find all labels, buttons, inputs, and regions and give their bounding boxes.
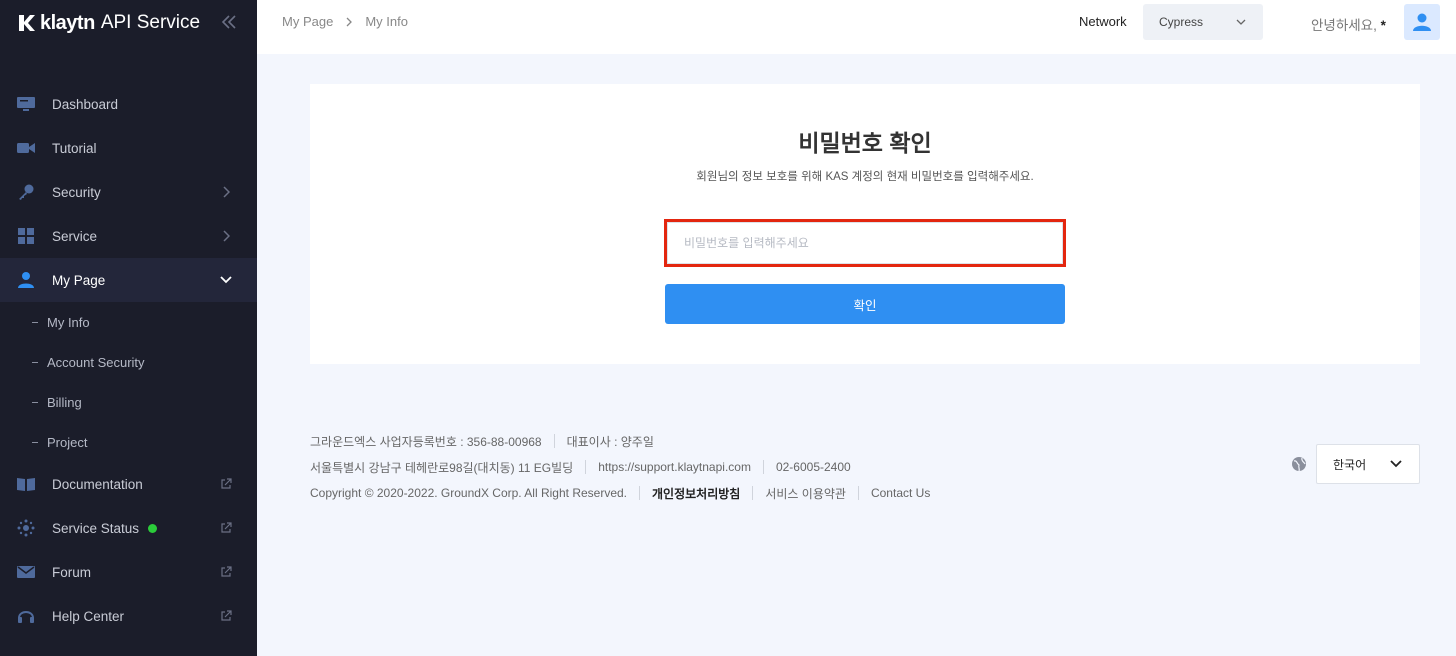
divider	[752, 486, 754, 500]
breadcrumb: My Page My Info	[282, 14, 408, 29]
sidebar: klaytn API Service Dashboard Tutorial Se…	[0, 0, 257, 656]
divider	[639, 486, 641, 500]
mail-icon	[16, 562, 36, 582]
sidebar-item-forum[interactable]: Forum	[0, 550, 257, 594]
chevron-down-icon	[1236, 19, 1246, 25]
sidebar-item-tutorial[interactable]: Tutorial	[0, 126, 257, 170]
network-label: Network	[1079, 14, 1127, 29]
sidebar-item-label: My Page	[52, 272, 106, 288]
sidebar-item-label: Help Center	[52, 608, 125, 624]
video-icon	[16, 138, 36, 158]
footer-row: 서울특별시 강남구 테헤란로98길(대치동) 11 EG빌딩 https://s…	[310, 454, 930, 480]
sidebar-item-label: Service Status	[52, 520, 140, 536]
chevron-right-icon	[346, 17, 353, 26]
greeting-text: 안녕하세요,	[1311, 18, 1377, 33]
network-select[interactable]: Cypress	[1143, 4, 1263, 40]
sidebar-item-my-page[interactable]: My Page	[0, 258, 257, 302]
klaytn-logo-icon	[19, 15, 35, 31]
breadcrumb-item[interactable]: My Page	[282, 14, 333, 29]
sidebar-item-label: Forum	[52, 564, 92, 580]
sidebar-item-help-center[interactable]: Help Center	[0, 594, 257, 638]
sidebar-item-label: Dashboard	[52, 96, 119, 112]
company-registration: 그라운드엑스 사업자등록번호 : 356-88-00968	[310, 434, 542, 449]
sidebar-subitem-account-security[interactable]: Account Security	[0, 342, 257, 382]
logo-service: API Service	[100, 12, 201, 33]
dash-bullet	[32, 321, 38, 323]
breadcrumb-item[interactable]: My Info	[365, 14, 408, 29]
user-icon	[16, 270, 36, 290]
user-icon	[1413, 13, 1431, 31]
dash-bullet	[32, 401, 38, 403]
password-field-highlight	[664, 219, 1066, 267]
sidebar-item-label: Security	[52, 184, 101, 200]
sidebar-item-service[interactable]: Service	[0, 214, 257, 258]
company-address: 서울특별시 강남구 테헤란로98길(대치동) 11 EG빌딩	[310, 460, 574, 475]
phone-number: 02-6005-2400	[775, 460, 851, 474]
logo[interactable]: klaytn API Service	[16, 10, 200, 36]
divider	[585, 460, 587, 474]
external-link-icon	[219, 564, 233, 580]
sidebar-item-label: Tutorial	[52, 140, 97, 156]
external-link-icon	[219, 476, 233, 492]
globe-icon	[1292, 457, 1306, 472]
confirm-button[interactable]: 확인	[665, 284, 1065, 324]
network-value: Cypress	[1159, 15, 1204, 29]
contact-link[interactable]: Contact Us	[871, 486, 930, 500]
sidebar-subitem-project[interactable]: Project	[0, 422, 257, 462]
avatar[interactable]	[1404, 4, 1440, 40]
terms-link[interactable]: 서비스 이용약관	[765, 485, 846, 502]
copyright: Copyright © 2020-2022. GroundX Corp. All…	[310, 486, 628, 500]
language-select[interactable]: 한국어	[1316, 444, 1420, 484]
password-input[interactable]	[667, 222, 1063, 264]
footer-row: 그라운드엑스 사업자등록번호 : 356-88-00968 대표이사 : 양주일	[310, 428, 930, 454]
book-icon	[16, 474, 36, 494]
sidebar-item-label: Service	[52, 228, 98, 244]
sidebar-subitem-my-info[interactable]: My Info	[0, 302, 257, 342]
divider	[553, 434, 555, 448]
sidebar-subitem-billing[interactable]: Billing	[0, 382, 257, 422]
privacy-policy-link[interactable]: 개인정보처리방침	[652, 485, 740, 502]
chevron-down-icon	[219, 272, 233, 288]
dash-bullet	[32, 361, 38, 363]
support-link[interactable]: https://support.klaytnapi.com	[598, 460, 751, 474]
sidebar-item-service-status[interactable]: Service Status	[0, 506, 257, 550]
collapse-sidebar-icon[interactable]	[219, 12, 239, 32]
external-link-icon	[219, 520, 233, 536]
user-name: *	[1380, 18, 1386, 33]
sidebar-item-label: Documentation	[52, 476, 143, 492]
divider	[762, 460, 764, 474]
sidebar-item-security[interactable]: Security	[0, 170, 257, 214]
dash-bullet	[32, 441, 38, 443]
password-confirm-card: 비밀번호 확인 회원님의 정보 보호를 위해 KAS 계정의 현재 비밀번호를 …	[310, 84, 1420, 364]
divider	[857, 486, 859, 500]
key-icon	[16, 182, 36, 202]
grid-icon	[16, 226, 36, 246]
sidebar-subitem-label: Billing	[47, 394, 82, 410]
user-greeting: 안녕하세요, *	[1311, 14, 1386, 34]
top-header: My Page My Info Network Cypress 안녕하세요, *	[257, 0, 1456, 54]
footer-row: Copyright © 2020-2022. GroundX Corp. All…	[310, 480, 930, 506]
sidebar-subitem-label: Account Security	[47, 354, 145, 370]
language-value: 한국어	[1333, 457, 1367, 472]
status-icon	[16, 518, 36, 538]
headset-icon	[16, 606, 36, 626]
ceo-info: 대표이사 : 양주일	[566, 434, 654, 449]
logo-brand: klaytn	[40, 11, 95, 34]
chevron-down-icon	[1390, 460, 1402, 468]
sidebar-subitem-label: Project	[47, 434, 88, 450]
chevron-right-icon	[219, 184, 233, 200]
page-description: 회원님의 정보 보호를 위해 KAS 계정의 현재 비밀번호를 입력해주세요.	[696, 171, 1034, 183]
sidebar-item-dashboard[interactable]: Dashboard	[0, 82, 257, 126]
footer: 그라운드엑스 사업자등록번호 : 356-88-00968 대표이사 : 양주일…	[310, 428, 930, 506]
page-title: 비밀번호 확인	[798, 130, 932, 156]
sidebar-nav: Dashboard Tutorial Security Service My P…	[0, 82, 257, 638]
sidebar-subitem-label: My Info	[47, 314, 90, 330]
dashboard-icon	[16, 94, 36, 114]
status-online-dot	[148, 523, 158, 533]
external-link-icon	[219, 608, 233, 624]
chevron-right-icon	[219, 228, 233, 244]
sidebar-item-documentation[interactable]: Documentation	[0, 462, 257, 506]
